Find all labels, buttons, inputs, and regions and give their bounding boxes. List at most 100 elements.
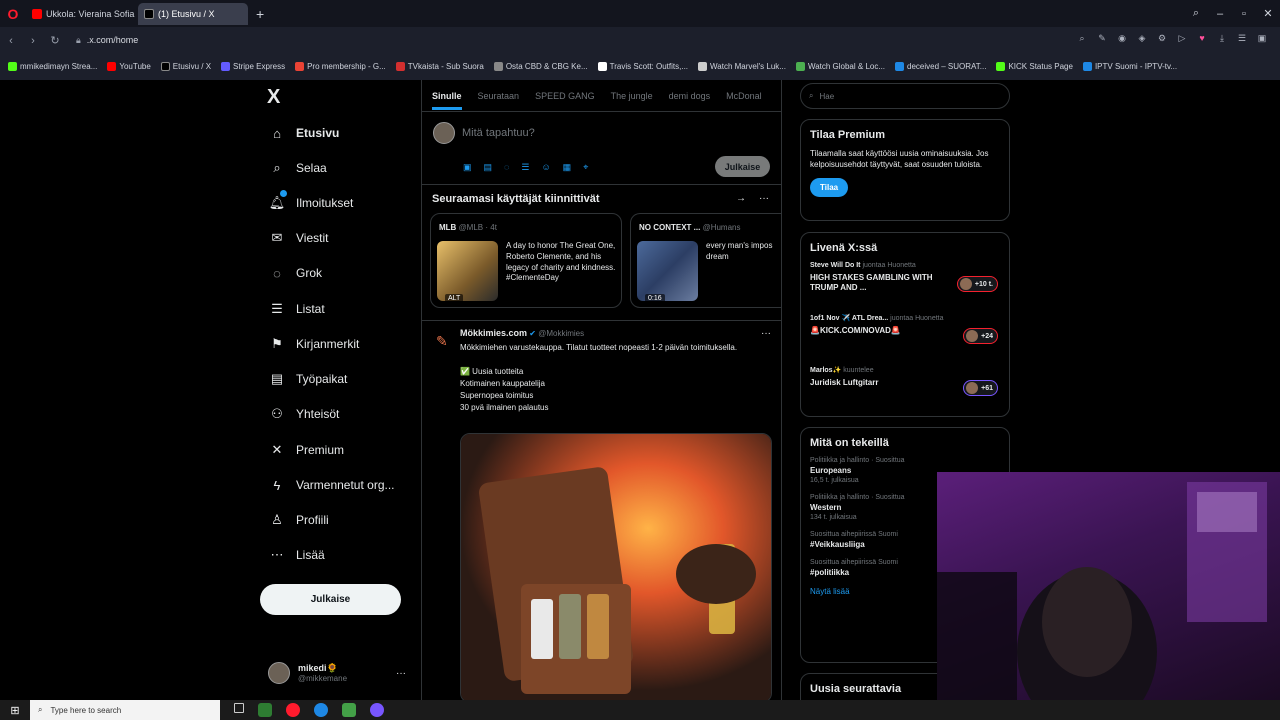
back-button[interactable]: ‹ xyxy=(0,35,22,47)
image-icon[interactable]: ▣ xyxy=(463,162,472,173)
play-icon[interactable]: ▷ xyxy=(1174,33,1190,44)
schedule-icon[interactable]: ▦ xyxy=(563,162,572,173)
maximize-button[interactable]: ▫ xyxy=(1232,8,1256,20)
taskbar-search[interactable]: ⌕ Type here to search xyxy=(30,700,220,720)
bookmark[interactable]: deceived – SUORAT... xyxy=(895,61,986,71)
task-view-icon[interactable] xyxy=(234,703,244,713)
location-icon[interactable]: ⌖ xyxy=(583,162,588,173)
nav-item-communities[interactable]: ⚇ Yhteisöt xyxy=(268,404,339,424)
feed-tabs: Sinulle Seurataan SPEED GANG The jungle … xyxy=(422,80,781,112)
wallet-icon[interactable]: ▣ xyxy=(1254,33,1270,44)
extension-icon[interactable]: ⚙ xyxy=(1154,33,1170,44)
browser-tab[interactable]: Ukkola: Vieraina Sofia Virt xyxy=(26,3,136,25)
live-title: Livenä X:ssä xyxy=(810,242,878,254)
nav-item-profile[interactable]: ♙ Profiili xyxy=(268,510,329,530)
grok-icon[interactable]: ◌ xyxy=(504,162,509,173)
bookmark[interactable]: Pro membership - G... xyxy=(295,61,386,71)
notification-badge xyxy=(280,190,287,197)
nav-item-jobs[interactable]: ▤ Työpaikat xyxy=(268,369,348,389)
nav-item-explore[interactable]: ⌕ Selaa xyxy=(268,158,326,178)
bookmark[interactable]: TVkaista - Sub Suora xyxy=(395,61,484,71)
bookmark[interactable]: IPTV Suomi - IPTV-tv... xyxy=(1082,61,1177,71)
live-space[interactable]: Steve Will Do It juontaa Huonetta HIGH S… xyxy=(810,262,1000,314)
shield-icon[interactable]: ◈ xyxy=(1134,33,1150,44)
bookmark[interactable]: Osta CBD & CBG Ke... xyxy=(493,61,588,71)
nav-item-grok[interactable]: ◌ Grok xyxy=(268,263,322,283)
arrow-right-icon[interactable]: → xyxy=(736,193,746,204)
user-handle: @mikkemane xyxy=(298,674,348,683)
bookmark-favicon-icon xyxy=(895,61,905,71)
composer-input[interactable]: Mitä tapahtuu? xyxy=(462,127,535,139)
bookmark[interactable]: Watch Marvel's Luk... xyxy=(698,61,786,71)
tab-list[interactable]: demi dogs xyxy=(669,91,711,101)
bookmark[interactable]: Travis Scott: Outfits,... xyxy=(597,61,688,71)
tab-list[interactable]: McDonal xyxy=(726,91,762,101)
bookmark[interactable]: Watch Global & Loc... xyxy=(795,61,885,71)
opera-logo-icon[interactable]: O xyxy=(0,0,26,27)
x-logo-icon[interactable]: X xyxy=(267,86,280,109)
edge-icon[interactable] xyxy=(314,703,328,717)
browser-tab-active[interactable]: (1) Etusivu / X xyxy=(138,2,248,25)
search-input[interactable]: ⌕ Hae xyxy=(800,83,1010,109)
menu-icon[interactable]: ☰ xyxy=(1234,33,1250,44)
tab-following[interactable]: Seurataan xyxy=(478,91,520,101)
close-button[interactable]: ✕ xyxy=(1256,7,1280,20)
composer-post-button[interactable]: Julkaise xyxy=(715,156,770,177)
search-tabs-icon[interactable]: ⌕ xyxy=(1184,7,1208,20)
gif-icon[interactable]: ▤ xyxy=(484,162,493,173)
nav-item-verified-orgs[interactable]: ϟ Varmennetut org... xyxy=(268,475,395,495)
tab-for-you[interactable]: Sinulle xyxy=(432,91,462,110)
avatar xyxy=(966,382,979,394)
edit-icon[interactable]: ✎ xyxy=(1094,33,1110,44)
tweet-text: Mökkimiehen varustekauppa. Tilatut tuott… xyxy=(460,343,738,412)
avatar xyxy=(268,662,290,684)
app-icon[interactable] xyxy=(258,703,272,717)
bookmark[interactable]: Stripe Express xyxy=(221,61,285,71)
nav-item-notifications[interactable]: 🔔︎ Ilmoitukset xyxy=(268,190,353,213)
listener-count: +24 xyxy=(963,328,998,344)
live-space[interactable]: 1of1 Nov ✈️ ATL Drea... juontaa Huonetta… xyxy=(810,314,1000,366)
nav-item-more[interactable]: ⋯ Lisää xyxy=(268,545,325,565)
bookmark-favicon-icon xyxy=(295,61,305,71)
windows-start-icon[interactable]: ⊞ xyxy=(0,704,30,717)
nav-item-home[interactable]: ⌂ Etusivu xyxy=(268,123,339,143)
account-switcher[interactable]: mikedi🌻 @mikkemane ··· xyxy=(268,656,418,690)
heart-icon[interactable]: ♥ xyxy=(1194,33,1210,44)
pinned-card[interactable]: NO CONTEXT ... @Humans 0:16 every man's … xyxy=(630,213,781,308)
bookmark[interactable]: YouTube xyxy=(107,61,151,71)
more-dots-icon[interactable]: ··· xyxy=(761,328,771,339)
tab-list[interactable]: The jungle xyxy=(611,91,653,101)
new-tab-button[interactable]: + xyxy=(256,6,264,22)
bookmark[interactable]: Etusivu / X xyxy=(160,61,211,71)
bookmark[interactable]: mmikedimayn Strea... xyxy=(8,61,97,71)
nav-item-premium[interactable]: ✕ Premium xyxy=(268,440,344,460)
bookmark-favicon-icon xyxy=(996,61,1006,71)
download-icon[interactable]: ⤓ xyxy=(1214,33,1230,44)
tweet-image[interactable] xyxy=(460,433,772,700)
app-icon[interactable] xyxy=(370,703,384,717)
card-text: A day to honor The Great One, Roberto Cl… xyxy=(506,241,616,283)
post-button[interactable]: Julkaise xyxy=(260,584,401,615)
camera-icon[interactable]: ◉ xyxy=(1114,33,1130,44)
app-icon[interactable] xyxy=(342,703,356,717)
search-icon[interactable]: ⌕ xyxy=(1074,33,1090,44)
alt-badge[interactable]: ALT xyxy=(445,294,464,303)
nav-item-messages[interactable]: ✉ Viestit xyxy=(268,228,329,248)
tweet[interactable]: ✎ Mökkimies.com ✔ @Mokkimies ··· Mökkimi… xyxy=(422,320,781,700)
nav-item-bookmarks[interactable]: ⚑ Kirjanmerkit xyxy=(268,334,359,354)
reload-button[interactable]: ↻ xyxy=(44,34,66,47)
pinned-card[interactable]: MLB @MLB · 4t ALT A day to honor The Gre… xyxy=(430,213,622,308)
nav-item-lists[interactable]: ☰ Listat xyxy=(268,299,325,319)
minimize-button[interactable]: – xyxy=(1208,8,1232,20)
more-dots-icon[interactable]: ··· xyxy=(759,193,769,204)
opera-icon[interactable] xyxy=(286,703,300,717)
bookmark[interactable]: KICK Status Page xyxy=(996,61,1073,71)
live-space[interactable]: Marlos✨ kuuntelee Juridisk Luftgitarr +6… xyxy=(810,366,1000,418)
subscribe-button[interactable]: Tilaa xyxy=(810,177,849,197)
address-bar[interactable]: 🔒︎ .x.com/home xyxy=(76,35,138,46)
poll-icon[interactable]: ☰ xyxy=(521,162,529,173)
emoji-icon[interactable]: ☺ xyxy=(541,162,550,173)
forward-button[interactable]: › xyxy=(22,35,44,47)
more-dots-icon[interactable]: ··· xyxy=(396,668,406,679)
tab-list[interactable]: SPEED GANG xyxy=(535,91,595,101)
